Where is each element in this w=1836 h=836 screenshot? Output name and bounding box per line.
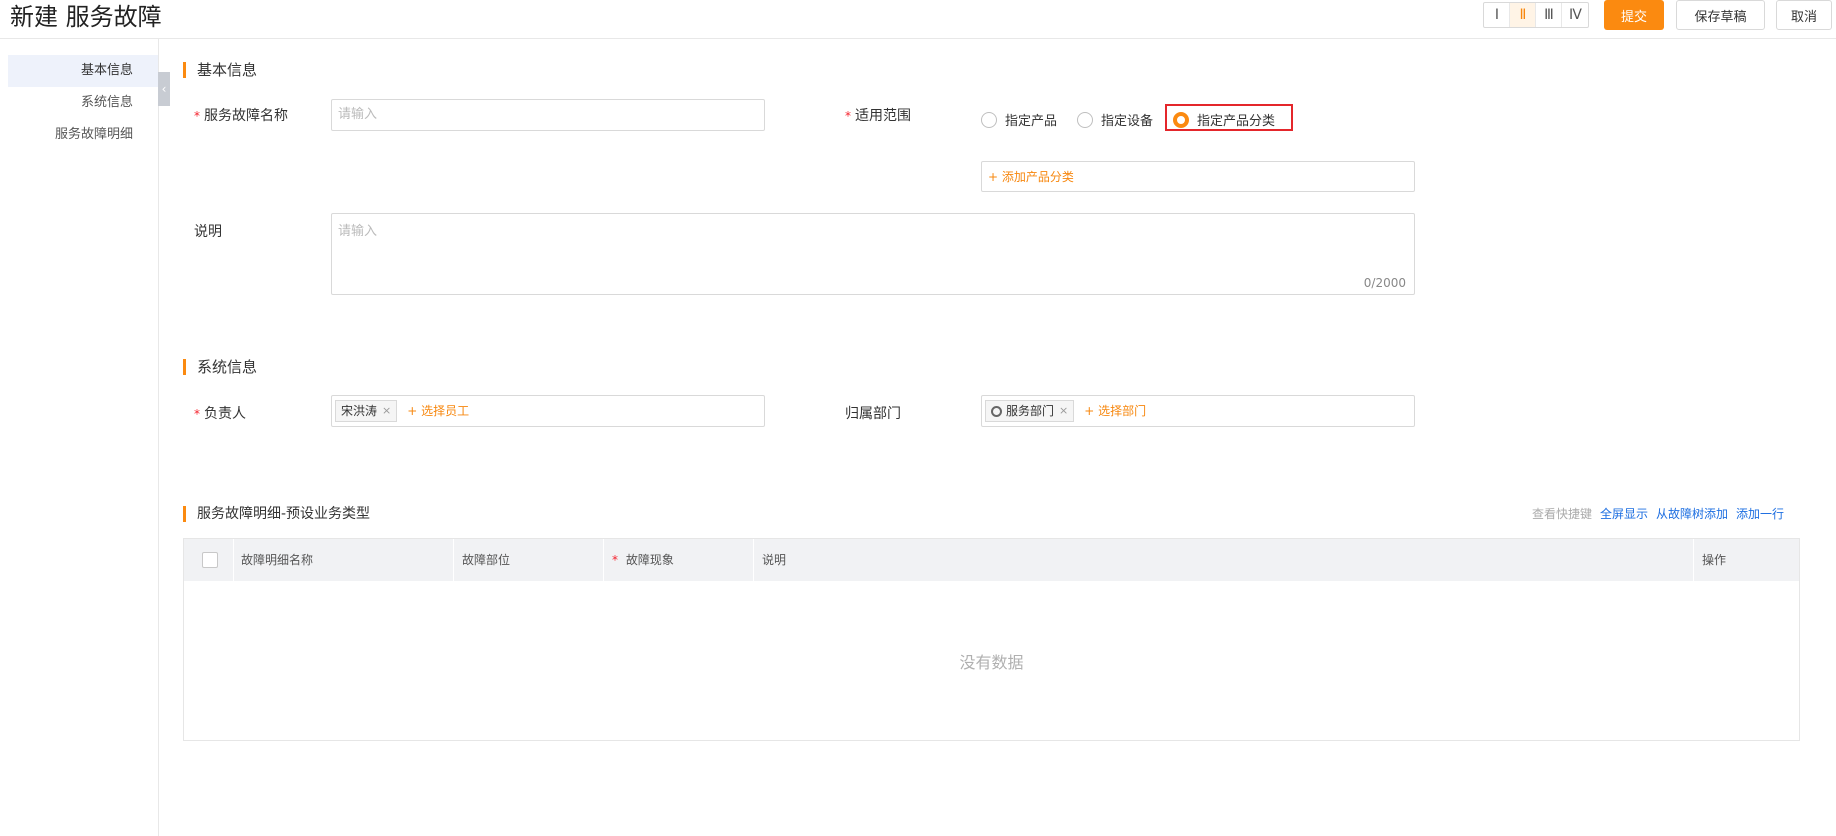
page-header: 新建 服务故障 Ⅰ Ⅱ Ⅲ Ⅳ 提交 保存草稿 取消 [0,0,1836,39]
description-textarea[interactable]: 请输入 0/2000 [331,213,1415,295]
scope-radio-product-category[interactable]: 指定产品分类 [1173,110,1275,129]
sidebar-collapse-button[interactable]: ‹ [158,72,170,106]
required-mark: * [194,407,200,421]
section-title-basic-info: 基本信息 [183,62,257,78]
fullscreen-link[interactable]: 全屏显示 [1600,505,1648,522]
table-actions: 查看快捷键 全屏显示 从故障树添加 添加一行 [1532,505,1784,522]
char-counter: 0/2000 [1363,276,1406,290]
view-shortcuts-link[interactable]: 查看快捷键 [1532,505,1592,522]
scope-label: * 适用范围 [845,108,911,124]
save-draft-button[interactable]: 保存草稿 [1676,0,1765,30]
owner-tag: 宋洪涛 × [335,400,398,422]
radio-checked-icon [1173,111,1189,128]
cancel-button[interactable]: 取消 [1776,0,1832,30]
owner-label: * 负责人 [194,406,246,422]
department-tag: 服务部门 × [985,400,1075,422]
add-row-link[interactable]: 添加一行 [1736,505,1784,522]
section-title-fault-detail: 服务故障明细-预设业务类型 [183,506,370,522]
one-column-button[interactable]: Ⅰ [1484,3,1510,27]
column-header-fault-symptom[interactable]: * 故障现象 [604,539,754,581]
add-from-fault-tree-link[interactable]: 从故障树添加 [1656,505,1728,522]
owner-picker[interactable]: 宋洪涛 × + 选择员工 [331,395,765,427]
fault-name-label: * 服务故障名称 [194,108,288,124]
column-header-fault-part[interactable]: 故障部位 [454,539,604,581]
scope-radio-product[interactable]: 指定产品 [981,110,1057,129]
product-category-picker[interactable]: + 添加产品分类 [981,161,1415,192]
page-title: 新建 服务故障 [10,3,162,31]
fault-name-input[interactable]: 请输入 [331,99,765,131]
sidebar-item-fault-detail[interactable]: 服务故障明细 [55,124,133,146]
column-header-description[interactable]: 说明 [754,539,1694,581]
department-label: 归属部门 [845,406,901,422]
close-icon[interactable]: × [1059,401,1068,421]
description-placeholder: 请输入 [338,224,378,239]
chevron-left-icon: ‹ [161,82,167,96]
radio-circle-icon [1077,111,1093,128]
sidebar-item-system-info[interactable]: 系统信息 [81,92,133,114]
submit-button[interactable]: 提交 [1604,0,1664,30]
add-product-category-link[interactable]: + 添加产品分类 [988,170,1074,184]
two-column-button[interactable]: Ⅱ [1510,3,1536,27]
table-header: 故障明细名称 故障部位 * 故障现象 说明 操作 [184,539,1799,581]
department-picker[interactable]: 服务部门 × + 选择部门 [981,395,1415,427]
radio-circle-icon [981,111,997,128]
scope-radio-device[interactable]: 指定设备 [1077,110,1153,129]
sidebar-nav: 基本信息 系统信息 服务故障明细 [0,39,159,836]
fault-detail-table: 故障明细名称 故障部位 * 故障现象 说明 操作 没有数据 [183,538,1800,741]
required-mark: * [845,109,851,123]
select-all-checkbox[interactable] [202,552,218,568]
empty-state: 没有数据 [959,653,1024,672]
column-layout-switcher: Ⅰ Ⅱ Ⅲ Ⅳ [1483,2,1589,28]
sidebar-item-basic-info[interactable]: 基本信息 [8,55,158,87]
select-employee-link[interactable]: + 选择员工 [407,401,469,421]
required-mark: * [612,553,618,567]
three-column-button[interactable]: Ⅲ [1536,3,1562,27]
column-header-detail-name[interactable]: 故障明细名称 [234,539,454,581]
column-header-actions[interactable]: 操作 [1694,539,1799,581]
four-column-button[interactable]: Ⅳ [1562,3,1588,27]
select-department-link[interactable]: + 选择部门 [1084,401,1146,421]
required-mark: * [194,109,200,123]
description-label: 说明 [194,224,222,240]
close-icon[interactable]: × [382,401,391,421]
department-icon [991,405,1002,417]
section-title-system-info: 系统信息 [183,359,257,375]
select-all-cell [184,539,234,581]
